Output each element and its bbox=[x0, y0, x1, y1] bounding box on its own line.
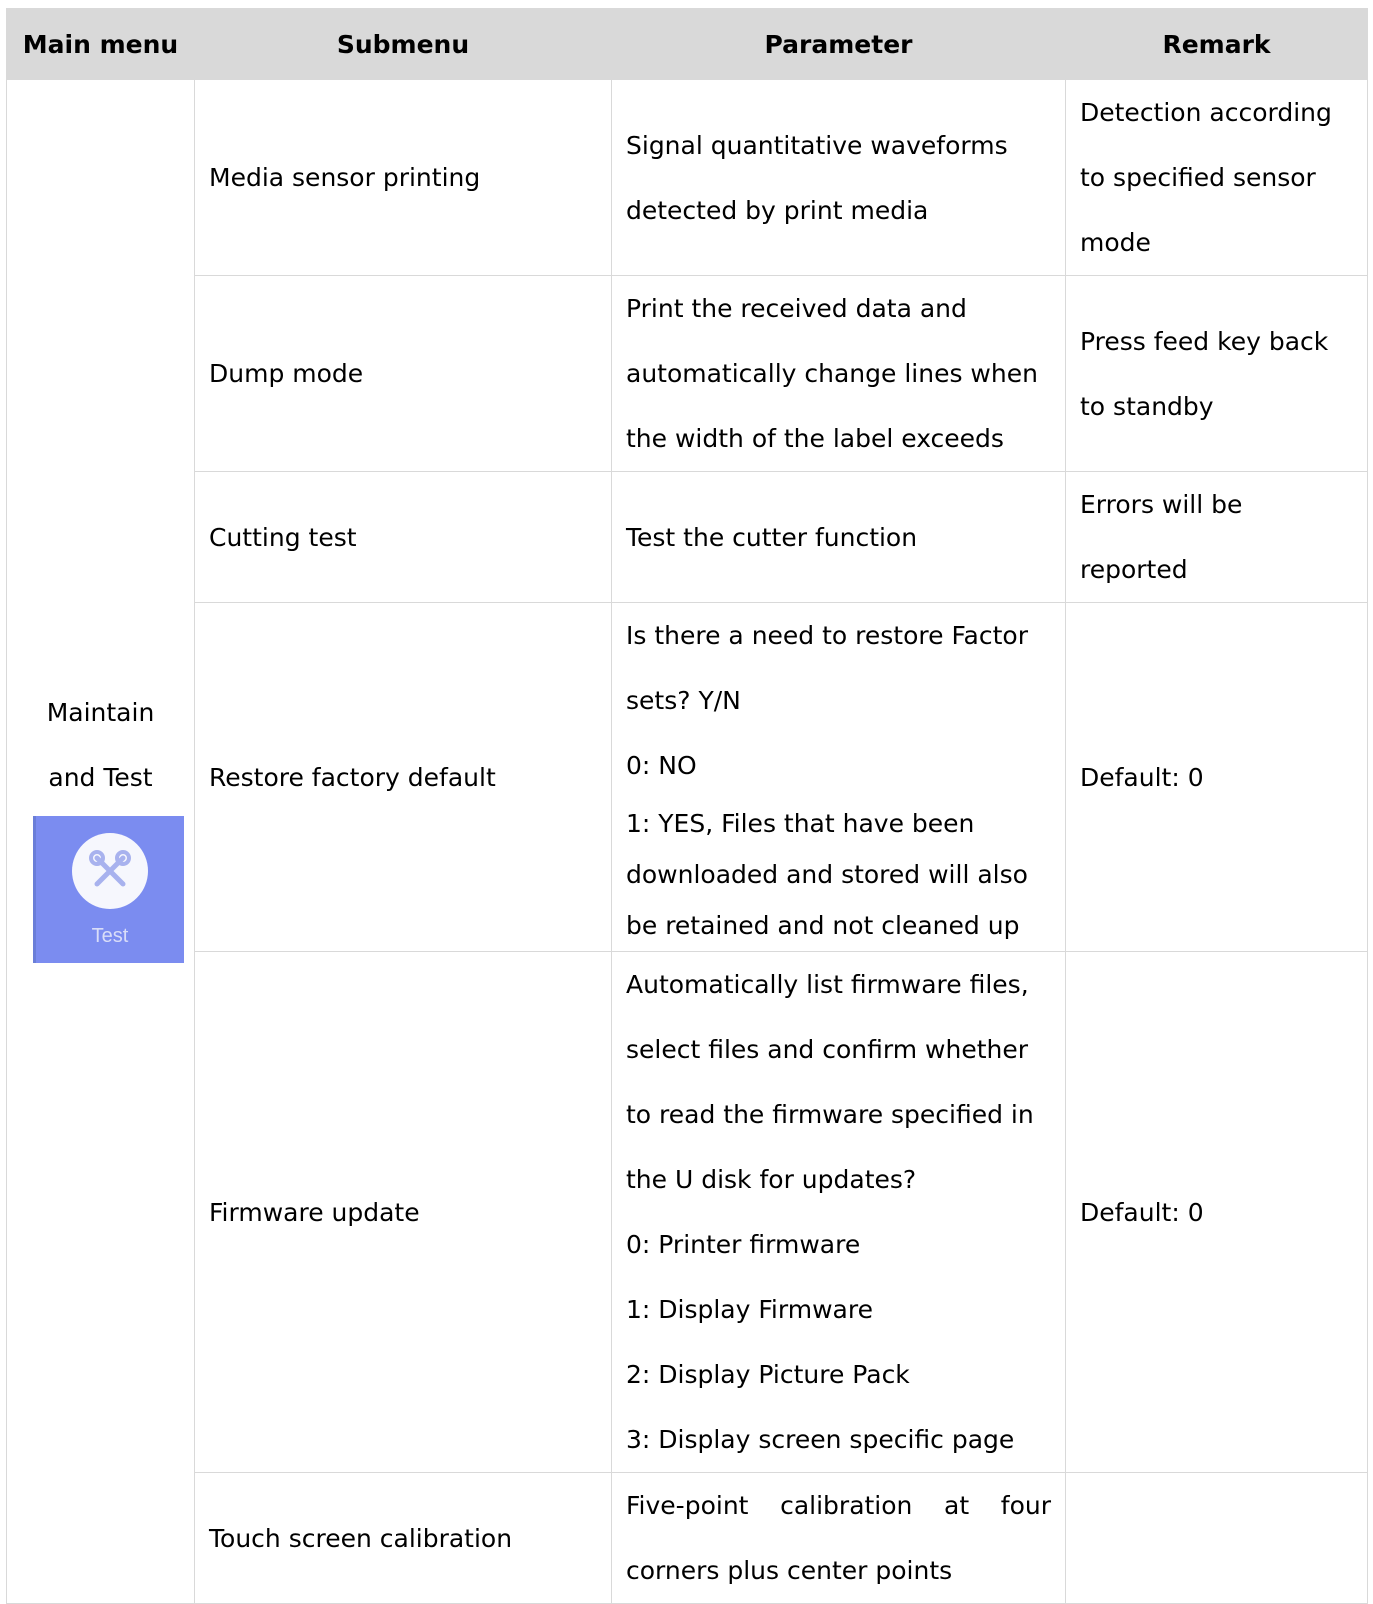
tools-icon bbox=[72, 833, 148, 909]
header-submenu: Submenu bbox=[194, 8, 612, 80]
header-row: Main menu Submenu Parameter Remark bbox=[6, 8, 1368, 80]
test-tile-label: Test bbox=[91, 925, 129, 947]
parameter-line: corners plus center points bbox=[626, 1556, 953, 1585]
parameter-cell: Test the cutter function bbox=[611, 471, 1066, 603]
submenu-cell: Media sensor printing bbox=[194, 79, 612, 276]
remark-line: Detection according bbox=[1080, 98, 1332, 127]
header-parameter: Parameter bbox=[611, 8, 1066, 80]
remark-cell: Default: 0 bbox=[1065, 602, 1368, 952]
parameter-line: Automatically list firmware files, bbox=[626, 970, 1029, 999]
menu-table: Main menu Submenu Parameter Remark Maint… bbox=[6, 8, 1368, 1604]
remark-cell bbox=[1065, 1472, 1368, 1604]
parameter-line: 1: YES, Files that have been bbox=[626, 809, 975, 838]
remark-cell: Press feed key back to standby bbox=[1065, 275, 1368, 472]
main-menu-label-line2: and Test bbox=[48, 763, 153, 792]
header-main-menu: Main menu bbox=[6, 8, 195, 80]
parameter-line: Signal quantitative waveforms bbox=[626, 130, 1008, 160]
submenu-cell: Cutting test bbox=[194, 471, 612, 603]
parameter-line: sets? Y/N bbox=[626, 686, 741, 715]
parameter-line: be retained and not cleaned up bbox=[626, 911, 1020, 940]
header-remark: Remark bbox=[1065, 8, 1368, 80]
submenu-cell: Touch screen calibration bbox=[194, 1472, 612, 1604]
table-row: Touch screen calibration Five-point cali… bbox=[7, 1472, 1368, 1604]
parameter-cell: Automatically list firmware files, selec… bbox=[611, 951, 1066, 1473]
table-row: Firmware update Automatically list firmw… bbox=[7, 951, 1368, 1473]
submenu-cell: Dump mode bbox=[194, 275, 612, 472]
remark-line: reported bbox=[1080, 555, 1188, 584]
parameter-line: select files and confirm whether bbox=[626, 1035, 1029, 1064]
remark-line: Errors will be bbox=[1080, 490, 1243, 519]
remark-line: mode bbox=[1080, 228, 1151, 257]
parameter-line: 0: NO bbox=[626, 751, 697, 780]
parameter-line: the U disk for updates? bbox=[626, 1165, 917, 1194]
parameter-line: automatically change lines when bbox=[626, 359, 1038, 388]
table-row: Cutting test Test the cutter function Er… bbox=[7, 471, 1368, 603]
remark-line: to specified sensor bbox=[1080, 163, 1316, 192]
parameter-line: the width of the label exceeds bbox=[626, 424, 1004, 453]
parameter-line: 0: Printer firmware bbox=[626, 1230, 861, 1259]
parameter-line: Is there a need to restore Factor bbox=[626, 621, 1028, 650]
parameter-line: to read the firmware specified in bbox=[626, 1100, 1034, 1129]
main-menu-cell: Maintain and Test Test bbox=[6, 79, 195, 1604]
submenu-cell: Firmware update bbox=[194, 951, 612, 1473]
test-menu-tile: Test bbox=[33, 816, 184, 963]
table-row: Maintain and Test Test Media sensor prin… bbox=[6, 79, 1368, 1604]
parameter-line: detected by print media bbox=[626, 195, 929, 225]
parameter-cell: Five-point calibration at four corners p… bbox=[611, 1472, 1066, 1604]
remark-line: to standby bbox=[1080, 391, 1214, 421]
parameter-line: 2: Display Picture Pack bbox=[626, 1360, 910, 1389]
parameter-line: Five-point calibration at four bbox=[626, 1491, 1051, 1520]
parameter-line: Test the cutter function bbox=[626, 522, 918, 552]
parameter-cell: Signal quantitative waveforms detected b… bbox=[611, 79, 1066, 276]
parameter-line: 3: Display screen specific page bbox=[626, 1425, 1015, 1454]
table-row: Dump mode Print the received data and au… bbox=[7, 275, 1368, 472]
remark-line: Default: 0 bbox=[1080, 1197, 1204, 1227]
submenu-cell: Restore factory default bbox=[194, 602, 612, 952]
main-menu-label-line1: Maintain bbox=[46, 698, 155, 727]
parameter-line: Print the received data and bbox=[626, 294, 967, 323]
parameter-cell: Is there a need to restore Factor sets? … bbox=[611, 602, 1066, 952]
parameter-line: downloaded and stored will also bbox=[626, 860, 1028, 889]
parameter-cell: Print the received data and automaticall… bbox=[611, 275, 1066, 472]
table-row: Restore factory default Is there a need … bbox=[7, 602, 1368, 952]
parameter-line: 1: Display Firmware bbox=[626, 1295, 873, 1324]
remark-line: Press feed key back bbox=[1080, 326, 1329, 356]
remark-cell: Errors will be reported bbox=[1065, 471, 1368, 603]
remark-cell: Default: 0 bbox=[1065, 951, 1368, 1473]
remark-cell: Detection according to specified sensor … bbox=[1065, 79, 1368, 276]
remark-line: Default: 0 bbox=[1080, 762, 1204, 792]
